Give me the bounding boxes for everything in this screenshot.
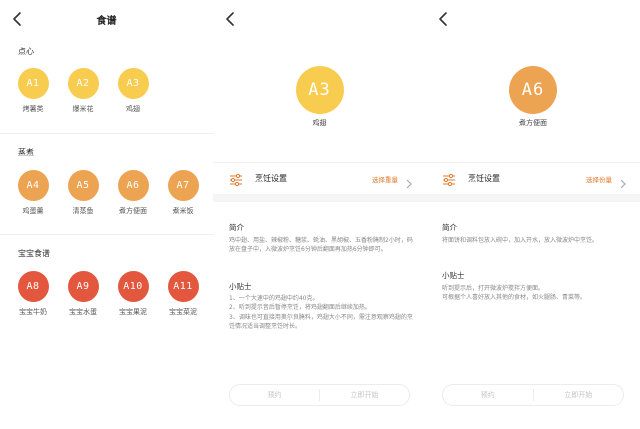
schedule-button[interactable]: 预约 [443,385,533,405]
tips-list: 听到提示后，打开微波炉搅拌方便面。 可根据个人喜好放入其他的食材，如火腿肠、青菜… [442,284,628,303]
recipe-name: 爆米花 [72,105,94,113]
recipe-name: 煮方便面 [519,119,547,127]
recipe-item-a2[interactable]: A2 爆米花 [63,68,103,114]
section-gap [426,194,640,202]
page-title: 食谱 [96,16,117,27]
section-title-snacks: 点心 [18,47,34,56]
recipe-item-a4[interactable]: A4 鸡蛋羹 [13,170,53,216]
start-now-button[interactable]: 立即开始 [534,385,624,405]
recipe-name: 宝宝牛奶 [19,308,47,316]
chevron-right-icon [620,174,626,189]
cook-settings-row[interactable]: 烹饪设置 选择重量 [213,162,426,194]
start-now-button[interactable]: 立即开始 [320,385,409,405]
tips-title: 小贴士 [229,282,252,291]
recipe-item-a8[interactable]: A8 宝宝牛奶 [13,271,53,317]
tip-item: 3、调味也可直接用奥尔良腌料，鸡翅大小不同，需注意观察鸡翅的烹饪情况适当调整烹饪… [229,313,413,330]
recipe-detail-panel-a6: A6 煮方便面 烹饪设置 选择份量 简介 将面饼和调料包放入碗中，加入开水，放入… [426,0,640,429]
tip-item: 1、一个大速中的鸡翅中约40克。 [229,295,319,302]
cook-settings-row[interactable]: 烹饪设置 选择份量 [426,162,640,194]
recipe-code-badge: A2 [67,68,99,99]
recipe-name: 煮方便面 [119,207,147,215]
intro-text: 鸡中翅、用盐、辣椒粉、糖浆、蚝油、黑胡椒、五香粉腌制2小时，码放在盘子中，入微波… [229,237,413,254]
recipe-code-badge: A3 [117,68,149,99]
recipe-code-badge: A8 [17,271,49,302]
action-bar: 预约 立即开始 [442,384,624,406]
recipe-name: 清蒸鱼 [72,207,94,215]
recipe-code-badge-large: A3 [295,66,344,114]
tips-list: 1、一个大速中的鸡翅中约40克。 2、听到提示音后暂停烹饪，将鸡翅翻面后继续加热… [229,294,417,331]
intro-title: 简介 [229,223,244,232]
recipe-name: 宝宝水蛋 [69,308,97,316]
recipe-item-a6[interactable]: A6 煮方便面 [113,170,153,216]
select-weight-link[interactable]: 选择重量 [372,174,398,184]
sliders-icon [442,172,456,187]
select-portion-link[interactable]: 选择份量 [586,174,612,184]
recipe-item-a10[interactable]: A10 宝宝果泥 [113,271,153,317]
back-arrow-icon[interactable] [436,10,452,28]
recipe-code-badge: A6 [117,170,149,201]
recipe-name: 烤薯类 [22,105,44,113]
recipe-code-badge: A11 [167,271,199,302]
tip-item: 听到提示后，打开微波炉搅拌方便面。 [442,285,545,292]
recipe-item-a5[interactable]: A5 清蒸鱼 [63,170,103,216]
tip-item: 2、听到提示音后暂停烹饪，将鸡翅翻面后继续加热。 [229,304,371,312]
recipe-code-badge-large: A6 [509,66,557,114]
sliders-icon [229,172,243,187]
recipe-item-a1[interactable]: A1 烤薯类 [13,68,53,114]
settings-label: 烹饪设置 [468,174,500,183]
recipe-name: 鸡翅 [312,119,327,127]
schedule-button[interactable]: 预约 [230,385,319,405]
section-title-baby: 宝宝食谱 [18,249,50,258]
recipe-code-badge: A7 [167,170,199,201]
settings-label: 烹饪设置 [255,174,287,183]
section-title-steam: 蒸煮 [18,148,34,157]
recipe-code-badge: A4 [17,170,49,201]
tips-title: 小贴士 [442,271,465,280]
recipe-code-badge: A5 [67,170,99,201]
tip-item: 可根据个人喜好放入其他的食材，如火腿肠、青菜等。 [442,294,587,302]
intro-title: 简介 [442,223,457,232]
recipe-item-a3[interactable]: A3 鸡翅 [113,68,153,114]
recipe-code-badge: A1 [17,68,49,99]
recipe-name: 鸡蛋羹 [22,207,44,215]
chevron-right-icon [406,174,412,189]
recipe-item-a9[interactable]: A9 宝宝水蛋 [63,271,103,317]
recipe-name: 宝宝果泥 [119,308,147,316]
section-gap [213,194,426,202]
back-arrow-icon[interactable] [223,10,239,28]
recipe-code-badge: A10 [117,271,149,302]
divider [0,234,213,235]
recipe-name: 鸡翅 [126,105,140,113]
action-bar: 预约 立即开始 [229,384,410,406]
recipe-detail-panel-a3: A3 鸡翅 烹饪设置 选择重量 简介 鸡中翅、用盐、辣椒粉、糖浆、蚝油、黑胡椒、… [213,0,426,429]
intro-text: 将面饼和调料包放入碗中，加入开水，放入微波炉中烹饪。 [442,237,599,244]
recipe-name: 煮米饭 [172,207,194,215]
recipe-item-a11[interactable]: A11 宝宝菜泥 [163,271,203,317]
recipe-list-panel: 食谱 点心 A1 烤薯类 A2 爆米花 A3 鸡翅 蒸煮 A4 鸡蛋羹 A5 清… [0,0,213,429]
recipe-name: 宝宝菜泥 [169,308,197,316]
recipe-item-a7[interactable]: A7 煮米饭 [163,170,203,216]
recipe-code-badge: A9 [67,271,99,302]
divider [0,133,213,134]
